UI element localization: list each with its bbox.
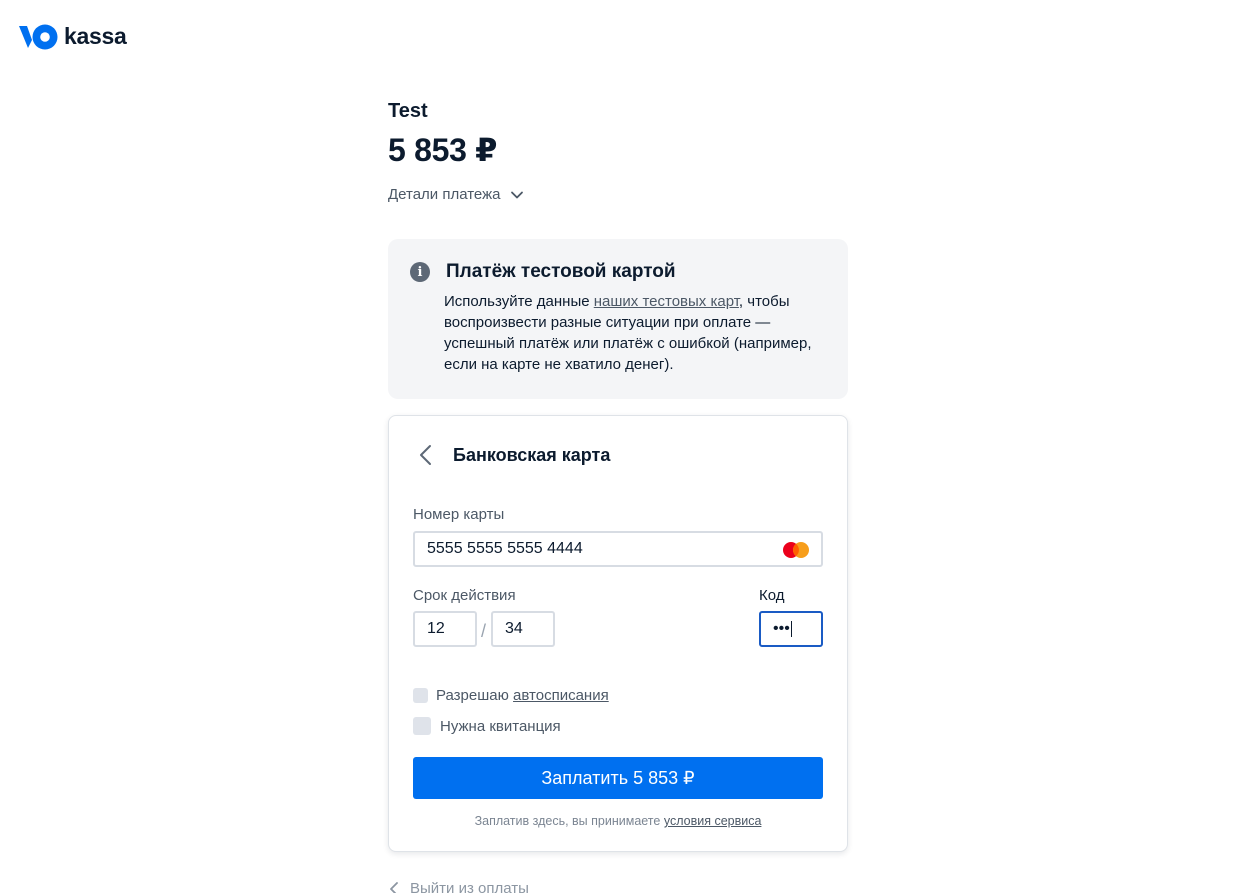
expiry-month-input[interactable]: 12 bbox=[413, 611, 477, 647]
text-caret bbox=[790, 621, 792, 637]
cvc-label: Код bbox=[759, 587, 785, 604]
card-number-input[interactable]: 5555 5555 5555 4444 bbox=[413, 531, 823, 567]
notice-body-prefix: Используйте данные bbox=[444, 293, 594, 310]
receipt-checkbox[interactable] bbox=[413, 717, 431, 735]
notice-body: Используйте данные наших тестовых карт, … bbox=[444, 291, 824, 375]
chevron-left-icon[interactable] bbox=[417, 444, 435, 466]
chevron-down-icon bbox=[510, 191, 523, 198]
card-number-value: 5555 5555 5555 4444 bbox=[427, 540, 583, 557]
terms-link[interactable]: условия сервиса bbox=[664, 814, 762, 828]
form-title: Банковская карта bbox=[453, 444, 611, 465]
autopay-label-prefix: Разрешаю bbox=[436, 687, 514, 704]
payment-details-label: Детали платежа bbox=[388, 186, 501, 203]
logo-text: kassa bbox=[64, 23, 127, 49]
card-number-label: Номер карты bbox=[413, 506, 505, 523]
autopay-option[interactable]: Разрешаю автосписания bbox=[413, 687, 609, 704]
payment-amount: 5 853 ₽ bbox=[388, 132, 498, 168]
notice-title: Платёж тестовой картой bbox=[446, 261, 676, 282]
terms-prefix: Заплатив здесь, вы принимаете bbox=[474, 814, 664, 828]
expiry-separator: / bbox=[481, 621, 487, 641]
cvc-input[interactable]: ••• bbox=[759, 611, 823, 647]
expiry-label: Срок действия bbox=[413, 587, 516, 604]
exit-label: Выйти из оплаты bbox=[410, 880, 529, 893]
autopay-label: Разрешаю автосписания bbox=[436, 687, 609, 704]
cvc-value: ••• bbox=[773, 620, 790, 637]
autopay-link[interactable]: автосписания bbox=[513, 687, 609, 704]
info-icon: i bbox=[410, 262, 430, 282]
receipt-label: Нужна квитанция bbox=[440, 717, 561, 735]
payment-details-toggle[interactable]: Детали платежа bbox=[388, 186, 848, 203]
test-cards-link[interactable]: наших тестовых карт bbox=[594, 293, 739, 310]
mastercard-icon bbox=[783, 542, 809, 558]
expiry-month-value: 12 bbox=[427, 620, 445, 637]
test-card-notice: i Платёж тестовой картой Используйте дан… bbox=[388, 239, 848, 399]
exit-payment-link[interactable]: Выйти из оплаты bbox=[388, 880, 529, 893]
expiry-year-input[interactable]: 34 bbox=[491, 611, 555, 647]
yookassa-logo[interactable]: kassa bbox=[19, 23, 127, 50]
merchant-name: Test bbox=[388, 100, 428, 122]
yookassa-logo-icon bbox=[19, 24, 58, 49]
expiry-year-value: 34 bbox=[505, 620, 523, 637]
pay-button[interactable]: Заплатить 5 853 ₽ bbox=[413, 757, 823, 799]
receipt-option[interactable]: Нужна квитанция bbox=[413, 717, 561, 735]
autopay-checkbox[interactable] bbox=[413, 688, 428, 703]
chevron-left-icon bbox=[390, 881, 398, 893]
bank-card-form: Банковская карта Номер карты 5555 5555 5… bbox=[388, 415, 848, 852]
terms-notice: Заплатив здесь, вы принимаете условия се… bbox=[389, 814, 847, 828]
